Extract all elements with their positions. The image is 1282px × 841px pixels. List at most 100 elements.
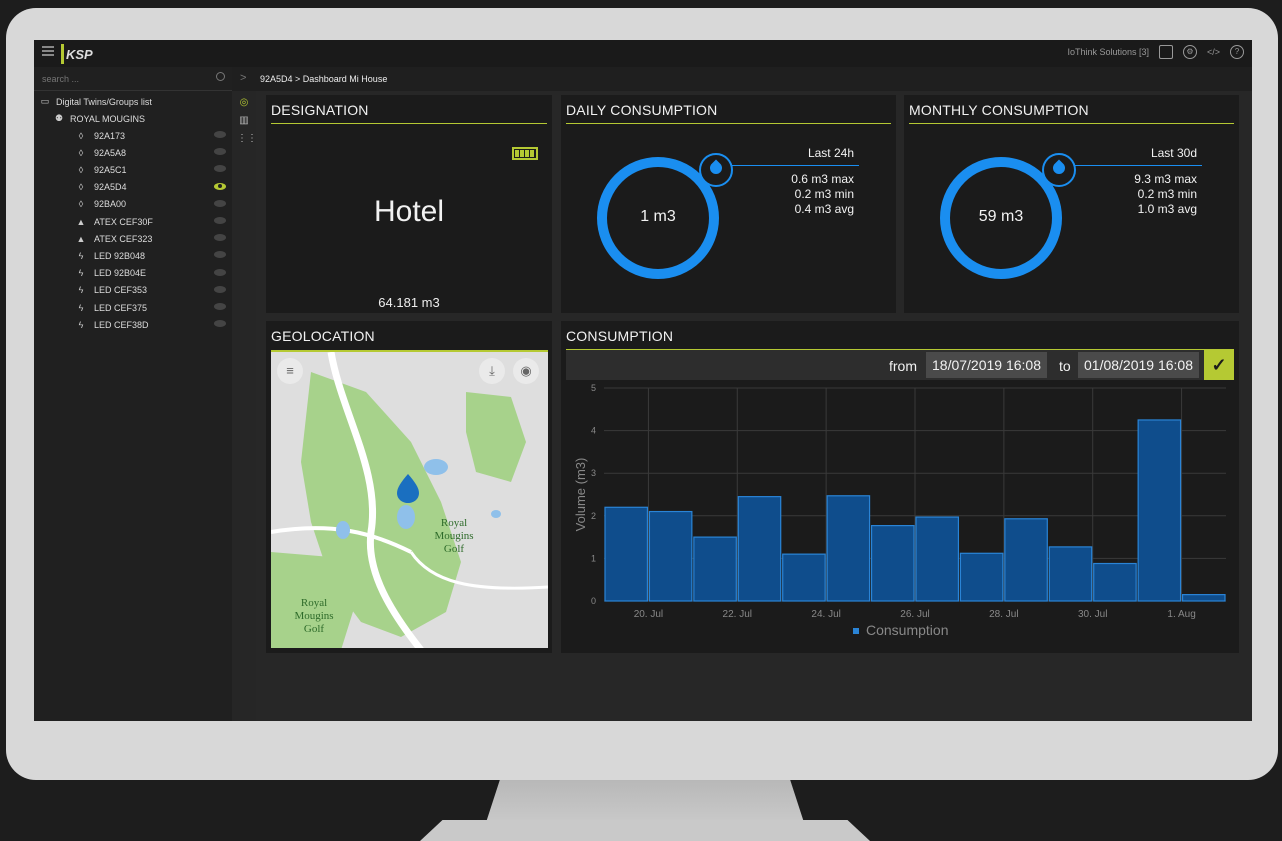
- sidebar-item[interactable]: ◊ 92A5D4: [74, 179, 232, 196]
- visibility-eye-icon[interactable]: [214, 148, 226, 156]
- sidebar-item[interactable]: ◊ 92A5A8: [74, 144, 232, 161]
- org-label[interactable]: IoThink Solutions [3]: [1067, 47, 1149, 57]
- sidebar-item-label: 92A5D4: [94, 182, 127, 193]
- to-date-input[interactable]: 01/08/2019 16:08: [1078, 352, 1199, 378]
- bolt-icon: ϟ: [78, 250, 84, 261]
- tree-root[interactable]: ▭ Digital Twins/Groups list: [38, 93, 236, 110]
- geolocation-title: GEOLOCATION: [271, 328, 375, 344]
- chart-bar: [1181, 594, 1226, 602]
- x-tick-label: 28. Jul: [989, 609, 1018, 620]
- monitor-stand: [420, 820, 870, 841]
- sidebar-item-label: LED CEF353: [94, 285, 148, 296]
- sidebar-item[interactable]: ϟ LED CEF353: [74, 282, 232, 299]
- visibility-eye-icon[interactable]: [214, 165, 226, 173]
- daily-avg: 0.4 m3 avg: [794, 202, 854, 216]
- sidebar-item[interactable]: ϟ LED CEF38D: [74, 316, 232, 333]
- from-label: from: [889, 358, 917, 374]
- sidebar-item[interactable]: ▲ ATEX CEF323: [74, 230, 232, 247]
- sidebar-item[interactable]: ◊ 92BA00: [74, 196, 232, 213]
- gear-icon[interactable]: ⚙: [1182, 45, 1197, 59]
- visibility-eye-icon[interactable]: [214, 182, 226, 190]
- consumption-title: CONSUMPTION: [566, 328, 674, 344]
- sidebar: ▭ Digital Twins/Groups list ⚉ ROYAL MOUG…: [34, 91, 232, 721]
- chart-bar: [915, 516, 960, 602]
- sliders-icon[interactable]: ⋮⋮: [237, 133, 257, 147]
- sidebar-item-label: LED 92B04E: [94, 268, 147, 279]
- sidebar-item-label: 92A5A8: [94, 147, 127, 158]
- monthly-consumption-panel: MONTHLY CONSUMPTION 59 m3 Last 30d 9.3 m…: [904, 95, 1239, 313]
- visibility-eye-icon[interactable]: [214, 285, 226, 293]
- visibility-eye-icon[interactable]: [214, 131, 226, 138]
- visibility-eye-icon[interactable]: [214, 268, 226, 276]
- sidebar-item[interactable]: ▲ ATEX CEF30F: [74, 213, 232, 230]
- bar-chart-icon[interactable]: ▥: [237, 115, 251, 129]
- visibility-eye-icon[interactable]: [214, 199, 226, 207]
- consumption-panel: CONSUMPTION from 18/07/2019 16:08 to 01/…: [561, 321, 1239, 653]
- x-tick-label: 24. Jul: [811, 609, 840, 620]
- sidebar-item[interactable]: ϟ LED 92B048: [74, 247, 232, 264]
- battery-icon: [512, 147, 538, 160]
- sidebar-item-label: 92BA00: [94, 199, 127, 210]
- monthly-title: MONTHLY CONSUMPTION: [909, 102, 1089, 118]
- chart-bar: [782, 553, 826, 602]
- sidebar-search: [34, 67, 232, 91]
- monthly-value: 59 m3: [978, 208, 1024, 225]
- chevron-right-icon[interactable]: >: [240, 72, 246, 84]
- bolt-icon: ϟ: [78, 268, 84, 279]
- designation-name: Hotel: [373, 195, 445, 228]
- hamburger-menu-icon[interactable]: [42, 46, 54, 56]
- y-tick-label: 2: [591, 511, 596, 521]
- sidebar-item[interactable]: ϟ LED 92B04E: [74, 265, 232, 282]
- visibility-eye-icon[interactable]: [214, 234, 226, 242]
- gauge-icon[interactable]: ◎: [237, 97, 251, 111]
- apply-date-button[interactable]: ✓: [1204, 350, 1234, 380]
- monitor-icon[interactable]: [1158, 45, 1173, 59]
- folder-icon: ▭: [40, 96, 50, 106]
- drop-icon: ◊: [78, 130, 84, 141]
- search-icon[interactable]: [216, 72, 225, 81]
- sidebar-item[interactable]: ◊ 92A173: [74, 127, 232, 144]
- code-icon[interactable]: </>: [1207, 47, 1220, 57]
- y-tick-label: 5: [591, 383, 596, 393]
- eye-icon[interactable]: ◉: [513, 358, 539, 384]
- breadcrumb[interactable]: 92A5D4 > Dashboard Mi House: [260, 74, 387, 84]
- help-icon[interactable]: ?: [1230, 45, 1244, 59]
- chart-bar: [870, 524, 915, 602]
- chart-bar: [648, 510, 693, 602]
- x-tick-label: 1. Aug: [1167, 609, 1195, 620]
- chart-bar: [1048, 546, 1093, 602]
- chart-bar: [737, 496, 782, 602]
- bolt-icon: ϟ: [78, 302, 84, 313]
- sidebar-item-label: 92A5C1: [94, 164, 127, 175]
- search-input[interactable]: [40, 71, 200, 87]
- drop-icon: ◊: [78, 147, 84, 158]
- map-menu-icon[interactable]: ≡: [277, 358, 303, 384]
- map-label-2: Royal Mougins Golf: [294, 597, 334, 635]
- chart-bar: [693, 536, 737, 602]
- download-icon[interactable]: ⤓: [479, 358, 505, 384]
- group-icon: ⚉: [54, 113, 64, 123]
- y-axis-label: Volume (m3): [573, 458, 588, 532]
- x-tick-label: 30. Jul: [1078, 609, 1107, 620]
- monthly-min: 0.2 m3 min: [1137, 187, 1197, 201]
- visibility-eye-icon[interactable]: [214, 251, 226, 259]
- sidebar-item[interactable]: ϟ LED CEF375: [74, 299, 232, 316]
- date-range-bar: from 18/07/2019 16:08 to 01/08/2019 16:0…: [566, 350, 1234, 380]
- visibility-eye-icon[interactable]: [214, 303, 226, 310]
- daily-max: 0.6 m3 max: [791, 172, 854, 186]
- from-date-input[interactable]: 18/07/2019 16:08: [926, 352, 1047, 378]
- flame-icon: ▲: [76, 216, 86, 227]
- sidebar-item-label: 92A173: [94, 130, 126, 141]
- map[interactable]: Royal Mougins Golf Royal Mougins Golf ≡ …: [271, 350, 548, 648]
- daily-consumption-panel: DAILY CONSUMPTION 1 m3 Last 24h 0.6 m3 m…: [561, 95, 896, 313]
- visibility-eye-icon[interactable]: [214, 320, 226, 328]
- tree-group[interactable]: ⚉ ROYAL MOUGINS: [52, 110, 250, 127]
- visibility-eye-icon[interactable]: [214, 217, 226, 224]
- y-tick-label: 3: [591, 468, 596, 478]
- drop-icon: ◊: [78, 182, 84, 193]
- sidebar-item-label: ATEX CEF30F: [94, 216, 153, 227]
- sidebar-item[interactable]: ◊ 92A5C1: [74, 161, 232, 178]
- water-drop-icon: [1042, 153, 1076, 187]
- breadcrumb-bar: > 92A5D4 > Dashboard Mi House: [232, 67, 1252, 91]
- y-tick-label: 1: [591, 553, 596, 563]
